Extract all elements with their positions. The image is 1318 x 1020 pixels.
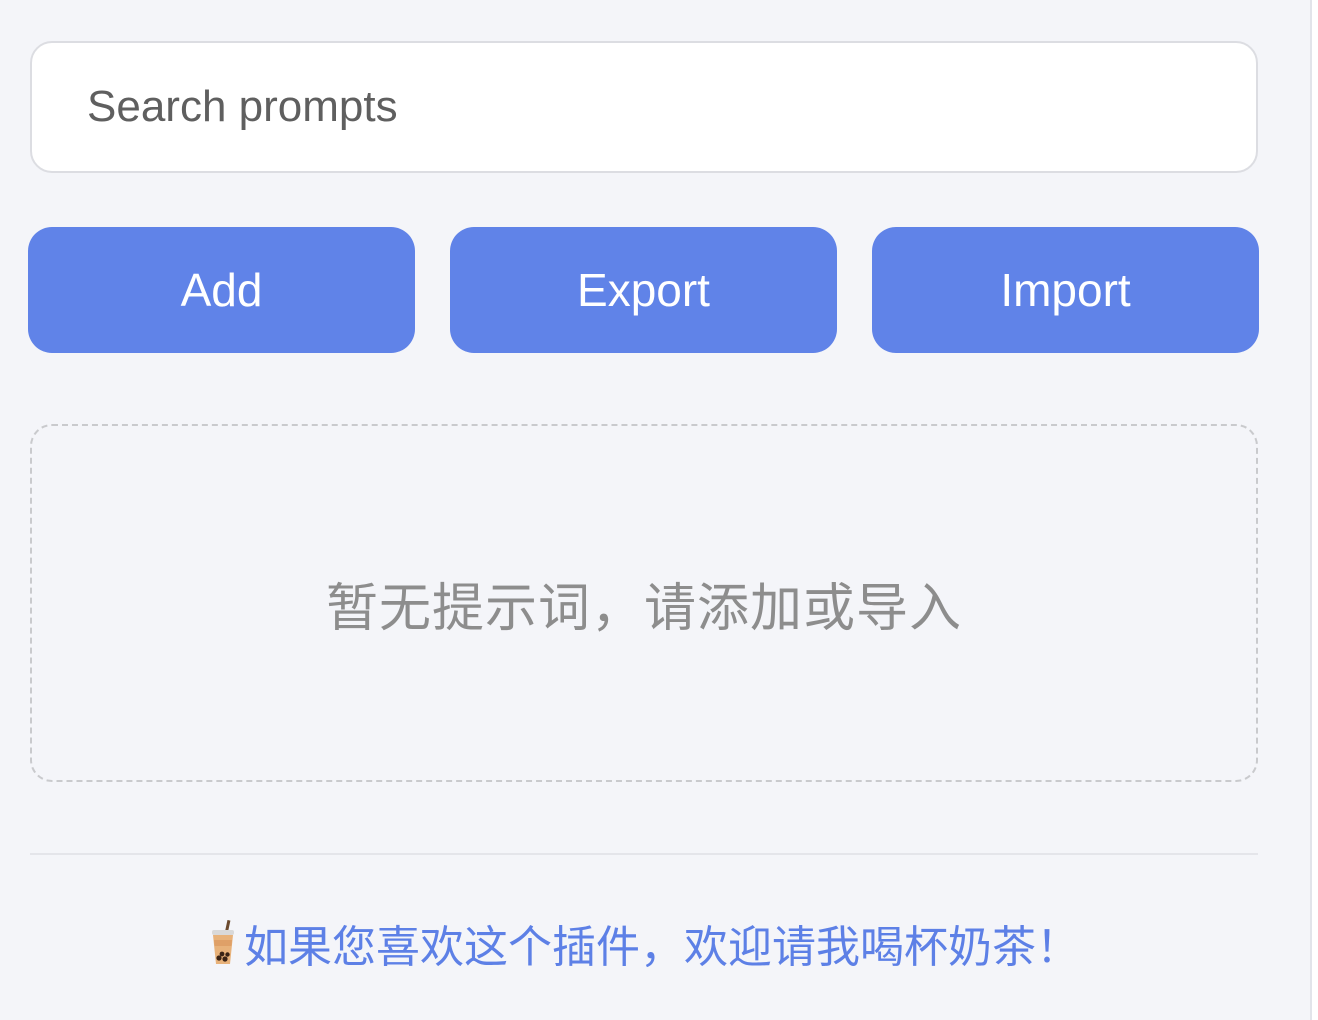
bubble-tea-icon [208, 920, 238, 966]
divider [30, 853, 1258, 855]
empty-state-message: 暂无提示词，请添加或导入 [325, 578, 962, 639]
support-link-label: 如果您喜欢这个插件，欢迎请我喝杯奶茶！ [244, 922, 1080, 973]
panel-edge-fill [1312, 0, 1318, 1020]
export-button[interactable]: Export [450, 227, 837, 353]
import-button[interactable]: Import [872, 227, 1259, 353]
prompt-list-empty-state: 暂无提示词，请添加或导入 [30, 424, 1258, 782]
add-button[interactable]: Add [28, 227, 415, 353]
support-link[interactable]: 如果您喜欢这个插件，欢迎请我喝杯奶茶！ [0, 908, 1288, 978]
search-input[interactable] [30, 41, 1258, 173]
